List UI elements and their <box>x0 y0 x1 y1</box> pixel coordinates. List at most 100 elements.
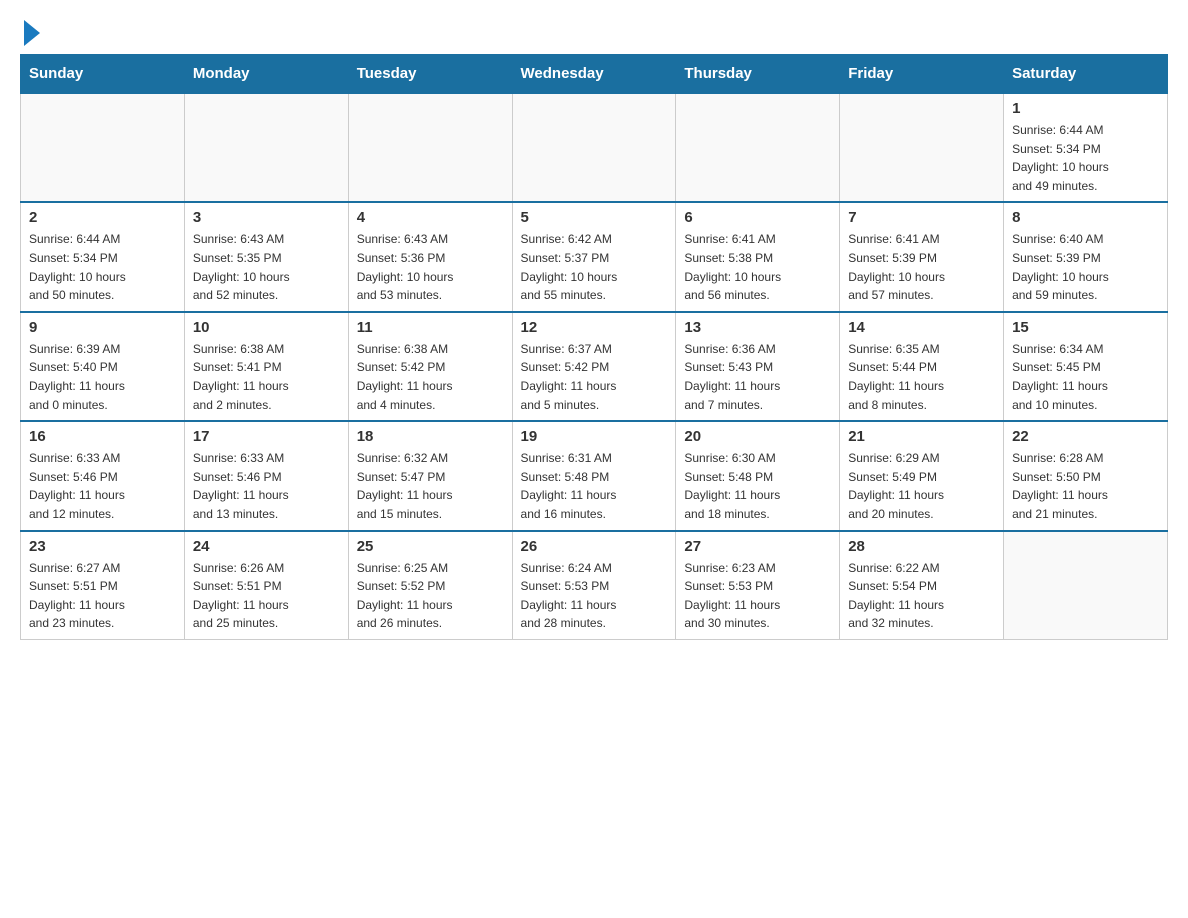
day-number: 12 <box>521 319 668 336</box>
calendar-cell: 15 Sunrise: 6:34 AM Sunset: 5:45 PM Dayli… <box>1004 312 1168 421</box>
day-number: 26 <box>521 538 668 555</box>
day-info: Sunrise: 6:22 AM Sunset: 5:54 PM Dayligh… <box>848 559 995 633</box>
day-number: 4 <box>357 209 504 226</box>
weekday-header-row: SundayMondayTuesdayWednesdayThursdayFrid… <box>21 55 1168 94</box>
day-number: 1 <box>1012 100 1159 117</box>
day-number: 9 <box>29 319 176 336</box>
calendar-cell: 21Sunrise: 6:29 AM Sunset: 5:49 PM Dayli… <box>840 421 1004 530</box>
calendar-cell: 7 Sunrise: 6:41 AM Sunset: 5:39 PM Daylig… <box>840 202 1004 311</box>
calendar-cell: 16Sunrise: 6:33 AM Sunset: 5:46 PM Dayli… <box>21 421 185 530</box>
calendar-week-row: 1 Sunrise: 6:44 AM Sunset: 5:34 PM Daylig… <box>21 93 1168 202</box>
calendar-cell <box>840 93 1004 202</box>
day-info: Sunrise: 6:39 AM Sunset: 5:40 PM Dayligh… <box>29 340 176 414</box>
day-info: Sunrise: 6:27 AM Sunset: 5:51 PM Dayligh… <box>29 559 176 633</box>
day-info: Sunrise: 6:41 AM Sunset: 5:39 PM Dayligh… <box>848 230 995 304</box>
day-number: 27 <box>684 538 831 555</box>
day-info: Sunrise: 6:28 AM Sunset: 5:50 PM Dayligh… <box>1012 449 1159 523</box>
calendar-week-row: 2 Sunrise: 6:44 AM Sunset: 5:34 PM Daylig… <box>21 202 1168 311</box>
calendar-cell: 18 Sunrise: 6:32 AM Sunset: 5:47 PM Dayli… <box>348 421 512 530</box>
day-info: Sunrise: 6:43 AM Sunset: 5:36 PM Dayligh… <box>357 230 504 304</box>
day-number: 15 <box>1012 319 1159 336</box>
day-number: 2 <box>29 209 176 226</box>
calendar-cell <box>512 93 676 202</box>
day-number: 20 <box>684 428 831 445</box>
day-number: 19 <box>521 428 668 445</box>
calendar-cell <box>184 93 348 202</box>
day-info: Sunrise: 6:38 AM Sunset: 5:41 PM Dayligh… <box>193 340 340 414</box>
calendar-cell: 13Sunrise: 6:36 AM Sunset: 5:43 PM Dayli… <box>676 312 840 421</box>
logo-triangle <box>24 20 40 46</box>
weekday-header-wednesday: Wednesday <box>512 55 676 94</box>
day-number: 8 <box>1012 209 1159 226</box>
weekday-header-friday: Friday <box>840 55 1004 94</box>
calendar-cell <box>1004 531 1168 640</box>
day-number: 3 <box>193 209 340 226</box>
weekday-header-monday: Monday <box>184 55 348 94</box>
calendar-cell: 11 Sunrise: 6:38 AM Sunset: 5:42 PM Dayli… <box>348 312 512 421</box>
calendar-cell: 6 Sunrise: 6:41 AM Sunset: 5:38 PM Daylig… <box>676 202 840 311</box>
calendar-cell: 1 Sunrise: 6:44 AM Sunset: 5:34 PM Daylig… <box>1004 93 1168 202</box>
calendar-cell: 27 Sunrise: 6:23 AM Sunset: 5:53 PM Dayli… <box>676 531 840 640</box>
calendar-cell: 3 Sunrise: 6:43 AM Sunset: 5:35 PM Daylig… <box>184 202 348 311</box>
day-info: Sunrise: 6:44 AM Sunset: 5:34 PM Dayligh… <box>1012 121 1159 195</box>
day-info: Sunrise: 6:38 AM Sunset: 5:42 PM Dayligh… <box>357 340 504 414</box>
day-info: Sunrise: 6:23 AM Sunset: 5:53 PM Dayligh… <box>684 559 831 633</box>
day-number: 23 <box>29 538 176 555</box>
day-number: 6 <box>684 209 831 226</box>
day-number: 16 <box>29 428 176 445</box>
calendar-cell: 26 Sunrise: 6:24 AM Sunset: 5:53 PM Dayli… <box>512 531 676 640</box>
weekday-header-tuesday: Tuesday <box>348 55 512 94</box>
calendar-cell <box>21 93 185 202</box>
calendar-week-row: 16 Sunrise: 6:33 AM Sunset: 5:46 PM Dayli… <box>21 421 1168 530</box>
calendar-cell: 5 Sunrise: 6:42 AM Sunset: 5:37 PM Daylig… <box>512 202 676 311</box>
calendar-cell: 28 Sunrise: 6:22 AM Sunset: 5:54 PM Dayli… <box>840 531 1004 640</box>
day-number: 13 <box>684 319 831 336</box>
calendar-cell: 4 Sunrise: 6:43 AM Sunset: 5:36 PM Daylig… <box>348 202 512 311</box>
logo-general-line <box>20 20 40 44</box>
day-number: 10 <box>193 319 340 336</box>
weekday-header-saturday: Saturday <box>1004 55 1168 94</box>
day-number: 17 <box>193 428 340 445</box>
calendar-week-row: 9 Sunrise: 6:39 AM Sunset: 5:40 PM Daylig… <box>21 312 1168 421</box>
day-info: Sunrise: 6:31 AM Sunset: 5:48 PM Dayligh… <box>521 449 668 523</box>
calendar-cell: 20Sunrise: 6:30 AM Sunset: 5:48 PM Dayli… <box>676 421 840 530</box>
day-info: Sunrise: 6:33 AM Sunset: 5:46 PM Dayligh… <box>193 449 340 523</box>
page-header <box>20 20 1168 44</box>
calendar-cell: 14 Sunrise: 6:35 AM Sunset: 5:44 PM Dayli… <box>840 312 1004 421</box>
day-info: Sunrise: 6:41 AM Sunset: 5:38 PM Dayligh… <box>684 230 831 304</box>
day-info: Sunrise: 6:34 AM Sunset: 5:45 PM Dayligh… <box>1012 340 1159 414</box>
weekday-header-thursday: Thursday <box>676 55 840 94</box>
day-number: 5 <box>521 209 668 226</box>
day-info: Sunrise: 6:35 AM Sunset: 5:44 PM Dayligh… <box>848 340 995 414</box>
day-info: Sunrise: 6:42 AM Sunset: 5:37 PM Dayligh… <box>521 230 668 304</box>
day-number: 18 <box>357 428 504 445</box>
calendar-cell: 24 Sunrise: 6:26 AM Sunset: 5:51 PM Dayli… <box>184 531 348 640</box>
calendar-cell: 8 Sunrise: 6:40 AM Sunset: 5:39 PM Daylig… <box>1004 202 1168 311</box>
calendar-cell: 2 Sunrise: 6:44 AM Sunset: 5:34 PM Daylig… <box>21 202 185 311</box>
calendar-cell <box>348 93 512 202</box>
calendar-table: SundayMondayTuesdayWednesdayThursdayFrid… <box>20 54 1168 640</box>
day-number: 24 <box>193 538 340 555</box>
day-info: Sunrise: 6:32 AM Sunset: 5:47 PM Dayligh… <box>357 449 504 523</box>
day-number: 14 <box>848 319 995 336</box>
day-info: Sunrise: 6:40 AM Sunset: 5:39 PM Dayligh… <box>1012 230 1159 304</box>
day-number: 11 <box>357 319 504 336</box>
day-info: Sunrise: 6:43 AM Sunset: 5:35 PM Dayligh… <box>193 230 340 304</box>
day-number: 22 <box>1012 428 1159 445</box>
calendar-cell: 17 Sunrise: 6:33 AM Sunset: 5:46 PM Dayli… <box>184 421 348 530</box>
day-info: Sunrise: 6:24 AM Sunset: 5:53 PM Dayligh… <box>521 559 668 633</box>
day-number: 7 <box>848 209 995 226</box>
day-info: Sunrise: 6:37 AM Sunset: 5:42 PM Dayligh… <box>521 340 668 414</box>
calendar-cell: 19 Sunrise: 6:31 AM Sunset: 5:48 PM Dayli… <box>512 421 676 530</box>
day-info: Sunrise: 6:44 AM Sunset: 5:34 PM Dayligh… <box>29 230 176 304</box>
calendar-cell <box>676 93 840 202</box>
day-number: 28 <box>848 538 995 555</box>
weekday-header-sunday: Sunday <box>21 55 185 94</box>
day-number: 25 <box>357 538 504 555</box>
day-info: Sunrise: 6:26 AM Sunset: 5:51 PM Dayligh… <box>193 559 340 633</box>
calendar-cell: 9 Sunrise: 6:39 AM Sunset: 5:40 PM Daylig… <box>21 312 185 421</box>
logo <box>20 20 40 44</box>
calendar-cell: 10 Sunrise: 6:38 AM Sunset: 5:41 PM Dayli… <box>184 312 348 421</box>
day-info: Sunrise: 6:29 AM Sunset: 5:49 PM Dayligh… <box>848 449 995 523</box>
calendar-cell: 12 Sunrise: 6:37 AM Sunset: 5:42 PM Dayli… <box>512 312 676 421</box>
